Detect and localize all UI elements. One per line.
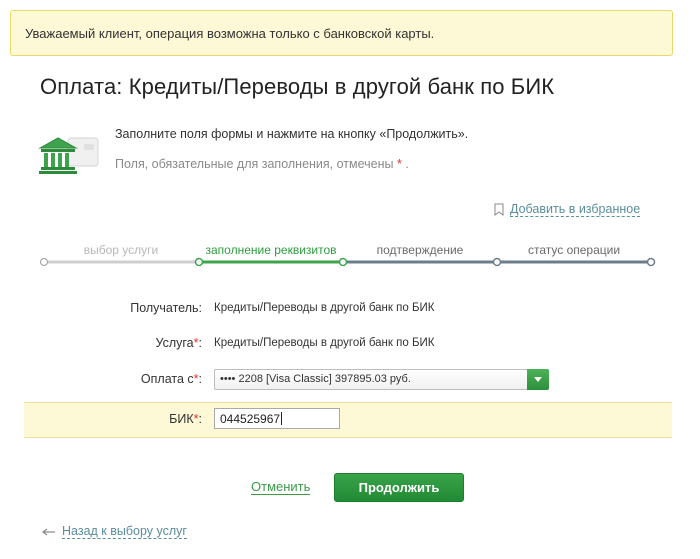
page-title: Оплата: Кредиты/Переводы в другой банк п… — [40, 74, 555, 99]
back-to-services-label[interactable]: Назад к выбору услуг — [62, 524, 187, 539]
step-dot-5 — [646, 257, 656, 267]
recipient-row: Получатель: Кредиты/Переводы в другой ба… — [24, 291, 672, 327]
chevron-down-icon[interactable] — [527, 369, 549, 390]
add-to-favorites-link[interactable]: Добавить в избранное — [494, 202, 641, 217]
payment-source-selected: •••• 2208 [Visa Classic] 397895.03 руб. — [220, 373, 411, 385]
step-dot-4 — [492, 257, 502, 267]
recipient-label: Получатель: — [130, 301, 202, 315]
service-label: Услуга*: — [155, 336, 203, 350]
service-row: Услуга*: Кредиты/Переводы в другой банк … — [24, 326, 672, 362]
text-cursor — [281, 412, 283, 425]
payment-source-label: Оплата с*: — [140, 372, 202, 386]
step-dot-1 — [40, 257, 49, 267]
bookmark-icon — [494, 203, 504, 216]
required-note-end: . — [405, 157, 409, 171]
payment-source-select[interactable]: •••• 2208 [Visa Classic] 397895.03 руб. — [214, 369, 549, 390]
bik-row: БИК*: 044525967 — [24, 402, 672, 438]
recipient-value: Кредиты/Переводы в другой банк по БИК — [214, 302, 435, 314]
required-note-text: Поля, обязательные для заполнения, отмеч… — [115, 157, 394, 171]
cancel-link[interactable]: Отменить — [251, 480, 311, 495]
step-dot-3 — [338, 257, 348, 267]
service-value: Кредиты/Переводы в другой банк по БИК — [214, 337, 435, 349]
payment-source-row: Оплата с*: •••• 2208 [Visa Classic] 3978… — [24, 362, 672, 398]
instruction-text: Заполните поля формы и нажмите на кнопку… — [115, 127, 469, 141]
add-to-favorites-label[interactable]: Добавить в избранное — [510, 202, 641, 217]
required-mark: * — [397, 157, 402, 171]
bank-icon — [38, 134, 100, 176]
notice-text: Уважаемый клиент, операция возможна толь… — [25, 26, 435, 41]
step-dot-2 — [194, 257, 204, 267]
bik-input-value: 044525967 — [220, 412, 281, 426]
progress-track — [40, 257, 656, 267]
arrow-left-icon — [42, 528, 55, 535]
required-fields-note: Поля, обязательные для заполнения, отмеч… — [115, 157, 409, 171]
bik-label: БИК*: — [169, 412, 202, 426]
back-to-services-link[interactable]: Назад к выбору услуг — [42, 524, 187, 539]
bik-input[interactable]: 044525967 — [214, 408, 340, 429]
continue-button[interactable]: Продолжить — [334, 473, 464, 502]
progress-steps: выбор услуги заполнение реквизитов подтв… — [40, 243, 656, 269]
notice-banner: Уважаемый клиент, операция возможна толь… — [10, 10, 673, 56]
